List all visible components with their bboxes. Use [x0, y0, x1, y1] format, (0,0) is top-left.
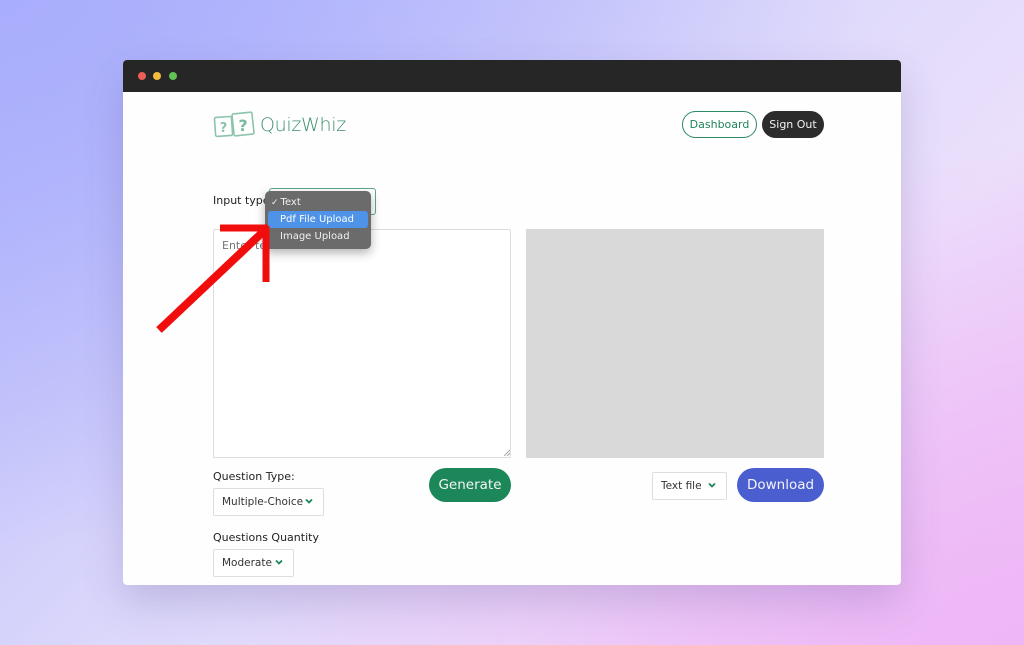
- question-cards-icon: ? ?: [213, 111, 255, 138]
- input-type-dropdown-menu: ✓ Text Pdf File Upload Image Upload: [265, 191, 371, 249]
- chevron-down-icon: [275, 559, 283, 565]
- option-label: Pdf File Upload: [280, 214, 355, 225]
- dropdown-option-pdf-file-upload[interactable]: Pdf File Upload: [268, 211, 368, 228]
- question-type-select[interactable]: Multiple-Choice: [213, 488, 324, 516]
- resize-handle-icon[interactable]: [503, 449, 510, 456]
- chevron-down-icon: [305, 498, 313, 504]
- dashboard-button[interactable]: Dashboard: [682, 111, 757, 138]
- dropdown-option-text[interactable]: ✓ Text: [268, 194, 368, 211]
- dropdown-option-image-upload[interactable]: Image Upload: [268, 228, 368, 245]
- option-label: Image Upload: [280, 231, 350, 242]
- logo-text: QuizWhiz: [260, 114, 346, 136]
- browser-window: ? ? QuizWhiz Dashboard Sign Out Input ty…: [123, 60, 901, 585]
- download-button[interactable]: Download: [737, 468, 824, 502]
- questions-quantity-select[interactable]: Moderate: [213, 549, 294, 577]
- sign-out-button[interactable]: Sign Out: [762, 111, 824, 138]
- option-label: Text: [280, 197, 301, 208]
- svg-text:?: ?: [238, 116, 247, 135]
- text-input-area[interactable]: [213, 229, 511, 458]
- file-type-select[interactable]: Text file: [652, 472, 727, 500]
- questions-quantity-value: Moderate: [222, 557, 272, 569]
- quiz-output-panel: [526, 229, 824, 458]
- question-type-value: Multiple-Choice: [222, 496, 304, 508]
- checkmark-icon: ✓: [271, 197, 279, 208]
- app-content: ? ? QuizWhiz Dashboard Sign Out Input ty…: [123, 60, 901, 585]
- generate-button[interactable]: Generate: [429, 468, 511, 502]
- svg-text:?: ?: [220, 121, 228, 136]
- questions-quantity-label: Questions Quantity: [213, 531, 319, 544]
- file-type-value: Text file: [661, 480, 702, 492]
- question-type-label: Question Type:: [213, 470, 295, 483]
- logo[interactable]: ? ? QuizWhiz: [213, 110, 346, 140]
- chevron-down-icon: [708, 482, 716, 488]
